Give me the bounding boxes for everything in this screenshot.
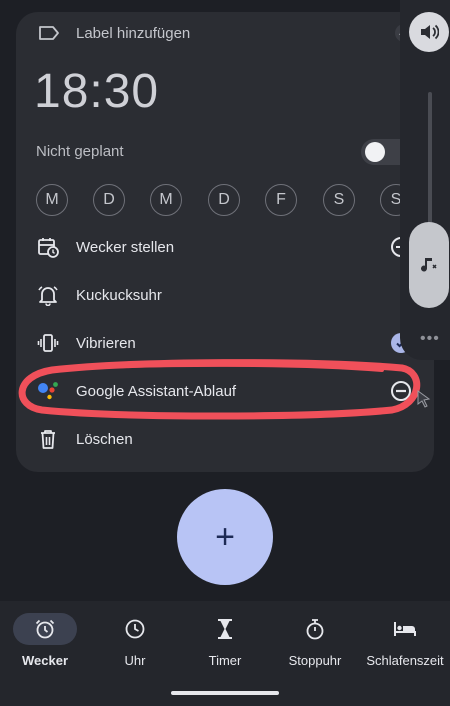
day-tuesday[interactable]: D	[93, 184, 125, 216]
alarm-bell-icon	[36, 283, 60, 307]
option-kuckucksuhr[interactable]: Kuckucksuhr	[36, 281, 162, 309]
label-input[interactable]: Label hinzufügen	[76, 25, 190, 42]
option-label: Vibrieren	[76, 334, 136, 352]
add-alarm-button[interactable]: +	[177, 489, 273, 585]
option-wecker-stellen[interactable]: Wecker stellen	[36, 233, 174, 261]
option-loeschen[interactable]: Löschen	[36, 425, 133, 453]
schedule-status: Nicht geplant	[36, 143, 124, 160]
nav-label: Wecker	[21, 653, 68, 668]
option-label: Kuckucksuhr	[76, 286, 162, 304]
nav-timer[interactable]: Timer	[180, 613, 270, 668]
option-vibrieren[interactable]: Vibrieren	[36, 329, 136, 357]
clock-icon	[103, 613, 167, 645]
stopwatch-icon	[283, 613, 347, 645]
alarm-icon	[13, 613, 77, 645]
day-monday[interactable]: M	[36, 184, 68, 216]
home-indicator[interactable]	[171, 691, 279, 695]
speaker-icon[interactable]	[409, 12, 449, 52]
music-note-icon	[421, 256, 437, 274]
highlight-annotation	[12, 358, 424, 420]
day-saturday[interactable]: S	[323, 184, 355, 216]
nav-stoppuhr[interactable]: Stoppuhr	[270, 613, 360, 668]
nav-wecker[interactable]: Wecker	[0, 613, 90, 668]
option-label: Wecker stellen	[76, 238, 175, 256]
volume-slider-thumb[interactable]	[409, 222, 449, 308]
label-row[interactable]: Label hinzufügen	[38, 22, 190, 44]
bed-icon	[373, 613, 437, 645]
toggle-knob	[365, 142, 385, 162]
label-tag-icon	[38, 25, 60, 41]
vibrate-icon	[36, 331, 60, 355]
hourglass-icon	[193, 613, 257, 645]
option-label: Löschen	[76, 430, 133, 448]
cursor-icon	[416, 389, 432, 409]
alarm-time[interactable]: 18:30	[34, 64, 159, 119]
day-friday[interactable]: F	[265, 184, 297, 216]
nav-label: Stoppuhr	[288, 653, 342, 668]
day-wednesday[interactable]: M	[150, 184, 182, 216]
nav-schlafenszeit[interactable]: Schlafenszeit	[360, 613, 450, 668]
trash-icon	[36, 427, 60, 451]
nav-label: Timer	[208, 653, 242, 668]
calendar-clock-icon	[36, 235, 60, 259]
volume-slider-track[interactable]	[428, 92, 432, 232]
day-thursday[interactable]: D	[208, 184, 240, 216]
nav-label: Schlafenszeit	[366, 653, 444, 668]
nav-uhr[interactable]: Uhr	[90, 613, 180, 668]
nav-label: Uhr	[124, 653, 146, 668]
more-options-icon[interactable]: •••	[420, 330, 440, 348]
